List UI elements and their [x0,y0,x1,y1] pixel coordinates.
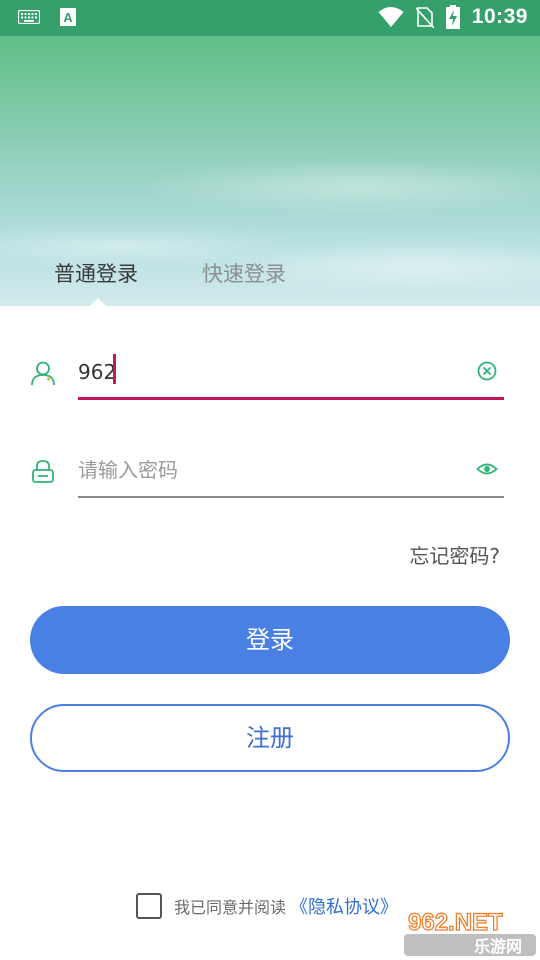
login-form: 忘记密码? 登录 注册 我已同意并阅读 《隐私协议》 [0,306,540,960]
eye-icon[interactable] [476,458,498,480]
status-bar: A 10:39 [0,0,540,36]
register-button[interactable]: 注册 [30,704,510,772]
username-underline [78,397,504,400]
login-tabs: 普通登录 快速登录 [0,250,540,306]
tab-quick-login[interactable]: 快速登录 [202,254,286,294]
clear-icon[interactable] [476,360,498,382]
tab-normal-login[interactable]: 普通登录 [54,254,138,294]
watermark-top-text: 962.NET [408,909,503,936]
password-input[interactable] [78,450,458,490]
username-field [30,344,504,400]
tab-indicator [90,298,106,306]
agree-checkbox[interactable] [136,893,162,919]
status-time: 10:39 [471,5,528,28]
lock-icon [32,460,54,483]
user-icon [31,361,55,386]
forgot-password-link[interactable]: 忘记密码? [409,540,500,569]
password-field [30,442,504,498]
a-notification-icon: A [60,8,76,26]
wifi-icon [378,7,404,27]
svg-text:A: A [63,10,73,25]
password-underline [78,496,504,498]
login-button[interactable]: 登录 [30,606,510,674]
text-caret [113,354,116,384]
no-sim-icon [415,7,434,28]
agreement-text: 我已同意并阅读 [174,898,287,917]
username-input[interactable] [78,352,458,392]
keyboard-icon [18,10,40,24]
site-watermark-logo: 962.NET 乐游网 [404,908,536,956]
privacy-policy-link[interactable]: 《隐私协议》 [290,893,398,919]
watermark-bottom-text: 乐游网 [474,937,522,956]
battery-charging-icon [445,5,460,29]
agreement-row: 我已同意并阅读 《隐私协议》 [136,892,398,920]
